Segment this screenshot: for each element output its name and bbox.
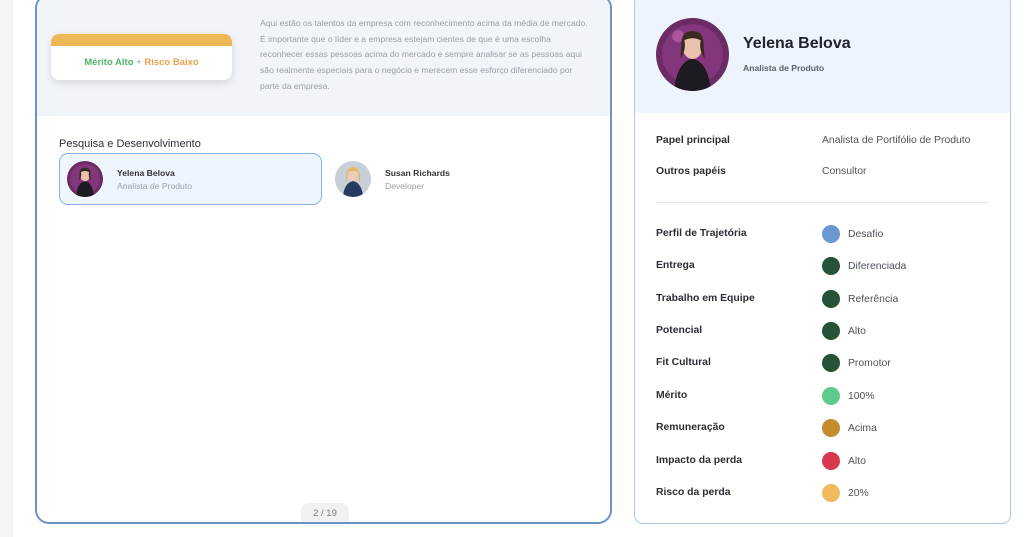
tag-merit-text: Mérito Alto <box>84 57 134 68</box>
metric-value: 100% <box>848 391 875 402</box>
metric-label: Fit Cultural <box>656 357 711 368</box>
person-card-yelena[interactable]: Yelena Belova Analista de Produto <box>59 153 322 205</box>
profile-role: Analista de Produto <box>743 63 825 73</box>
other-roles-label: Outros papéis <box>656 166 726 177</box>
metric-label: Entrega <box>656 260 695 271</box>
metric-row-perfil-trajetoria: Perfil de Trajetória Desafio <box>656 225 996 245</box>
tag-plus-text: + <box>136 57 142 68</box>
metric-label: Impacto da perda <box>656 455 743 466</box>
pagination-indicator[interactable]: 2 / 19 <box>301 503 349 522</box>
metric-label: Mérito <box>656 390 688 401</box>
status-dot <box>822 257 840 275</box>
metric-label: Remuneração <box>656 422 725 433</box>
profile-detail-card: Yelena Belova Analista de Produto Papel … <box>634 0 1011 524</box>
group-description: Aqui estão os talentos da empresa com re… <box>260 18 588 91</box>
metric-row-entrega: Entrega Diferenciada <box>656 257 996 277</box>
metric-value: Promotor <box>848 358 891 369</box>
other-roles-value: Consultor <box>822 166 867 177</box>
status-dot <box>822 484 840 502</box>
talent-group-card: Mérito Alto + Risco Baixo Aqui estão os … <box>35 0 612 524</box>
profile-header: Yelena Belova Analista de Produto <box>635 0 1010 113</box>
profile-name: Yelena Belova <box>743 35 851 52</box>
status-dot <box>822 290 840 308</box>
avatar <box>335 161 371 197</box>
person-card-susan[interactable]: Susan Richards Developer <box>327 153 577 205</box>
metric-value: Diferenciada <box>848 261 907 272</box>
person-name: Susan Richards <box>385 167 450 178</box>
metric-label: Potencial <box>656 325 703 336</box>
primary-role-value: Analista de Portifólio de Produto <box>822 135 971 146</box>
metric-value: Referência <box>848 294 899 305</box>
metric-value: Acima <box>848 423 877 434</box>
group-tag-label: Mérito Alto + Risco Baixo <box>51 57 232 68</box>
status-dot <box>822 225 840 243</box>
group-header: Mérito Alto + Risco Baixo Aqui estão os … <box>37 0 610 116</box>
divider <box>656 202 989 203</box>
metric-row-potencial: Potencial Alto <box>656 322 996 342</box>
person-role: Analista de Produto <box>117 180 193 191</box>
metric-label: Trabalho em Equipe <box>656 293 755 304</box>
group-tag-card: Mérito Alto + Risco Baixo <box>51 34 232 80</box>
status-dot <box>822 419 840 437</box>
metric-row-remuneracao: Remuneração Acima <box>656 419 996 439</box>
metric-row-trabalho-equipe: Trabalho em Equipe Referência <box>656 290 996 310</box>
metric-label: Perfil de Trajetória <box>656 228 747 239</box>
metric-row-merito: Mérito 100% <box>656 387 996 407</box>
metric-value: Alto <box>848 326 866 337</box>
person-role: Developer <box>385 180 425 191</box>
metric-row-fit-cultural: Fit Cultural Promotor <box>656 354 996 374</box>
metric-row-risco-perda: Risco da perda 20% <box>656 484 996 504</box>
metric-row-impacto-perda: Impacto da perda Alto <box>656 452 996 472</box>
metric-value: Alto <box>848 456 866 467</box>
person-name: Yelena Belova <box>117 167 175 178</box>
status-dot <box>822 322 840 340</box>
avatar <box>67 161 103 197</box>
status-dot <box>822 387 840 405</box>
primary-role-label: Papel principal <box>656 135 730 146</box>
group-tag-color-bar <box>51 34 232 46</box>
department-title: Pesquisa e Desenvolvimento <box>59 138 201 150</box>
metric-label: Risco da perda <box>656 487 731 498</box>
profile-avatar <box>656 18 729 91</box>
status-dot <box>822 452 840 470</box>
metric-value: Desafio <box>848 229 884 240</box>
tag-risk-text: Risco Baixo <box>144 57 199 68</box>
status-dot <box>822 354 840 372</box>
metric-value: 20% <box>848 488 869 499</box>
